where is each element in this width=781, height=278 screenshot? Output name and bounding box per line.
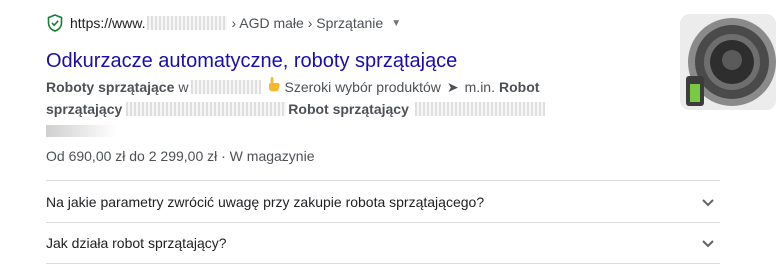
url-breadcrumb: › AGD małe › Sprzątanie (231, 15, 384, 31)
caret-down-icon[interactable]: ▼ (391, 18, 401, 29)
redacted-text (46, 125, 116, 137)
snippet-bold: Roboty sprzątające (46, 79, 175, 95)
faq-question: Jak działa robot sprzątający? (46, 235, 227, 251)
url-domain: https://www. (70, 15, 146, 31)
chevron-down-icon[interactable] (700, 235, 716, 251)
shield-check-icon (46, 13, 64, 33)
faq-question: Na jakie parametry zwrócić uwagę przy za… (46, 193, 485, 210)
chevron-down-icon[interactable] (700, 194, 716, 210)
result-snippet: Roboty sprzątające w Szeroki wybór produ… (46, 76, 646, 142)
redacted-text (126, 102, 287, 116)
snippet-line-2: sprzątający Robot sprzątający (46, 98, 646, 120)
arrow-icon: ➤ (446, 79, 459, 95)
snippet-text: Szeroki wybór produktów (284, 79, 441, 95)
result-title[interactable]: Odkurzacze automatyczne, roboty sprzątaj… (46, 48, 457, 74)
snippet-text: m.in. (464, 79, 495, 95)
snippet-line-3 (46, 120, 646, 142)
result-url[interactable]: https://www. › AGD małe › Sprzątanie ▼ (46, 12, 401, 34)
search-result: https://www. › AGD małe › Sprzątanie ▼ O… (0, 0, 781, 278)
faq-item[interactable]: Na jakie parametry zwrócić uwagę przy za… (46, 180, 720, 222)
snippet-bold: Robot (498, 79, 540, 95)
snippet-bold: Robot sprzątający (288, 101, 409, 117)
price-info: Od 690,00 zł do 2 299,00 zł · W magazyni… (46, 148, 315, 164)
robot-thumbnail[interactable] (680, 14, 776, 110)
redacted-domain (147, 16, 228, 30)
redacted-text (190, 80, 261, 94)
snippet-text: w (178, 79, 189, 95)
faq-item[interactable]: Jak działa robot sprzątający? (46, 222, 720, 264)
snippet-bold: sprzątający (46, 101, 123, 117)
snippet-line-1: Roboty sprzątające w Szeroki wybór produ… (46, 76, 646, 98)
pointing-hand-icon (267, 76, 281, 98)
redacted-text (414, 102, 545, 116)
